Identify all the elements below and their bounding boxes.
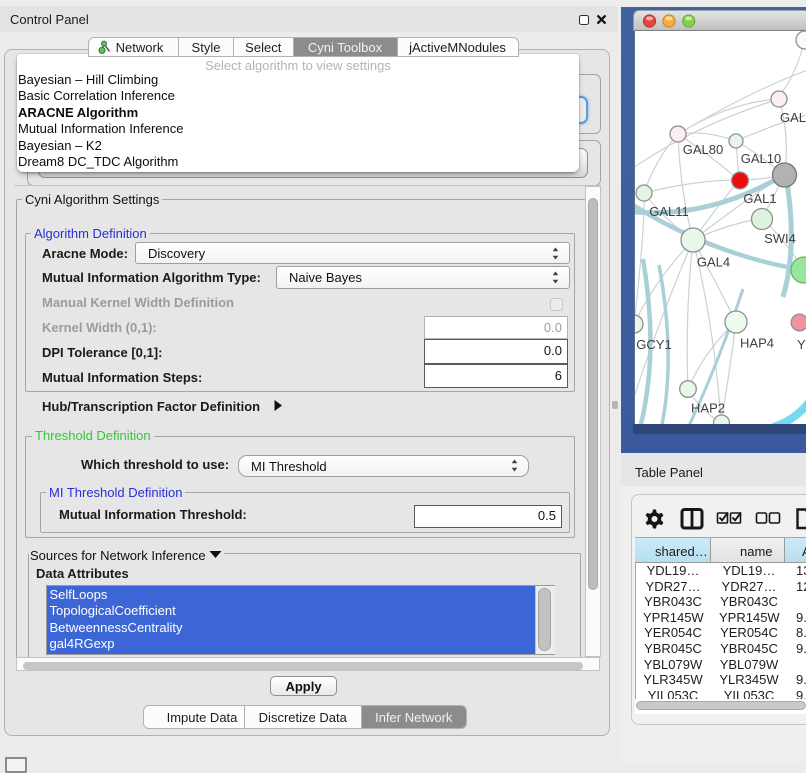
svg-text:Y: Y — [797, 337, 806, 352]
svg-text:GAL1: GAL1 — [743, 191, 776, 206]
svg-text:GAL11: GAL11 — [649, 204, 689, 219]
svg-text:GAL4: GAL4 — [697, 254, 730, 269]
svg-text:HAP4: HAP4 — [740, 335, 774, 350]
svg-text:GAL7: GAL7 — [780, 110, 806, 125]
svg-text:GAL10: GAL10 — [741, 151, 781, 166]
svg-text:HAP2: HAP2 — [691, 400, 725, 415]
svg-text:GCY1: GCY1 — [636, 337, 671, 352]
svg-text:SWI4: SWI4 — [764, 231, 796, 246]
svg-text:GAL80: GAL80 — [683, 142, 723, 157]
